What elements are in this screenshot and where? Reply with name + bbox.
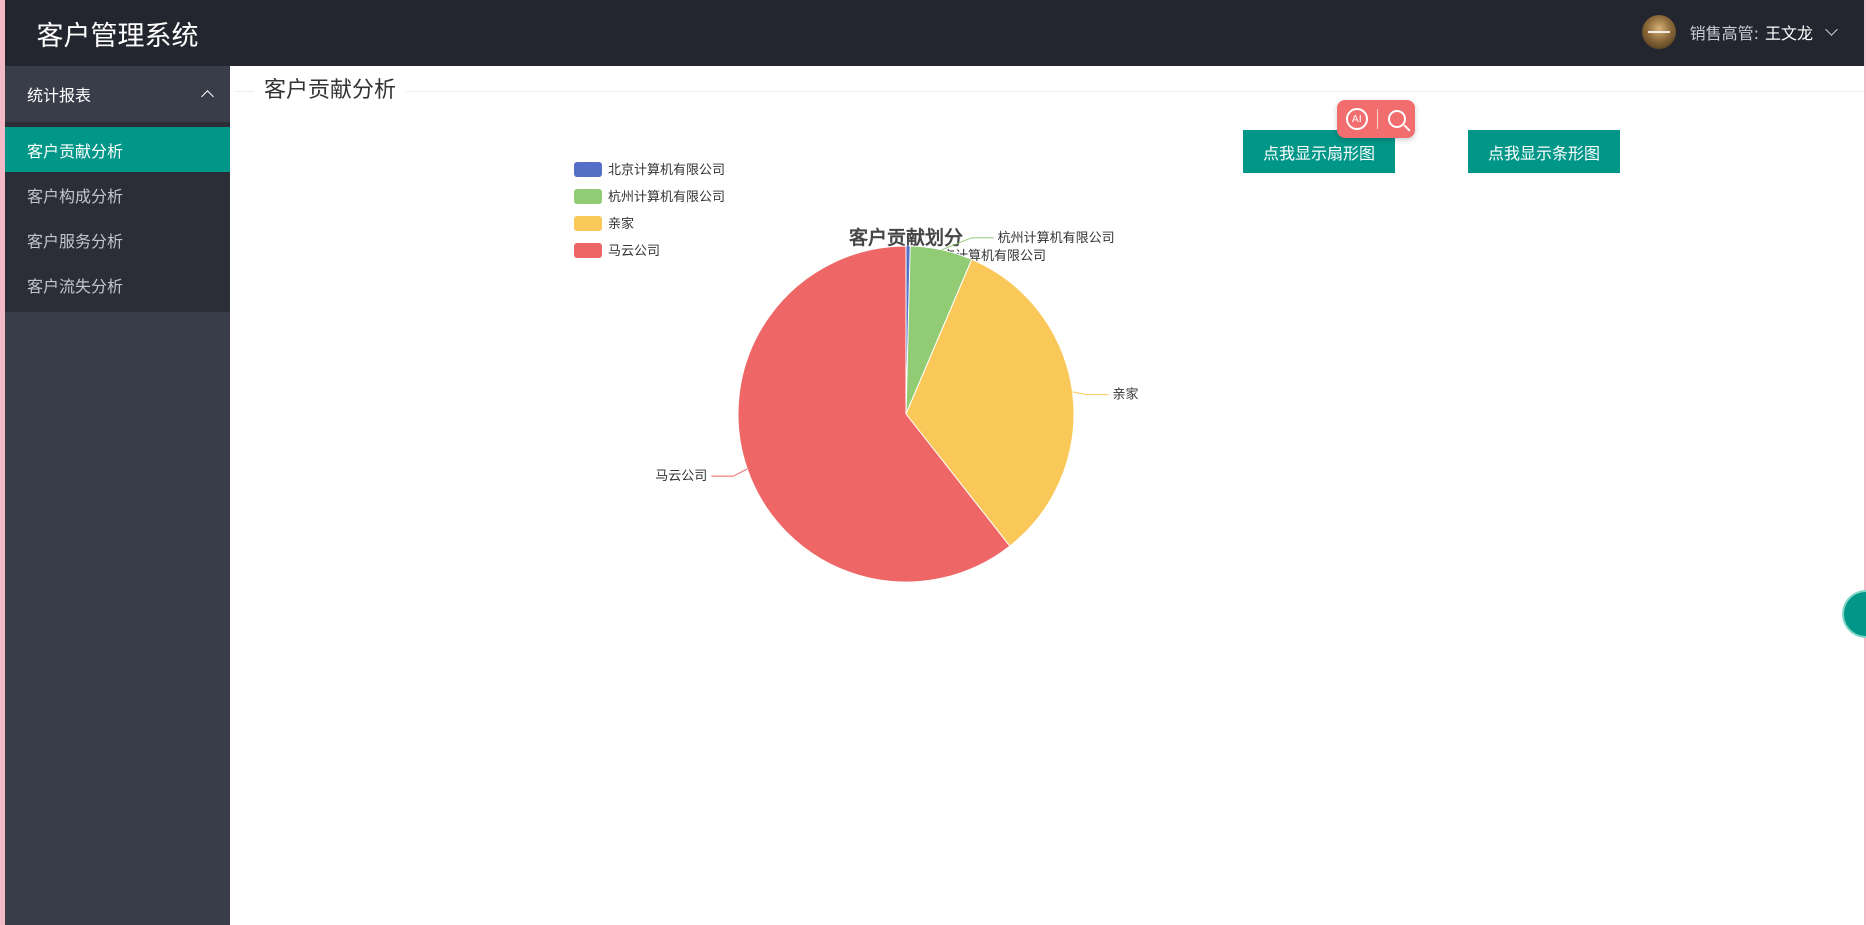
legend-swatch[interactable] [574,162,602,177]
user-avatar[interactable] [1641,15,1676,49]
sidebar-group-label: 统计报表 [27,86,92,105]
legend-label[interactable]: 北京计算机有限公司 [608,163,725,178]
sidebar-submenu: 客户贡献分析 客户构成分析 客户服务分析 客户流失分析 [5,122,230,312]
sidebar-item-churn[interactable]: 客户流失分析 [5,262,230,307]
chevron-down-icon[interactable] [1825,23,1838,36]
legend-swatch[interactable] [574,216,602,231]
pie-slice-label: 亲家 [1113,387,1139,403]
sidebar-item-composition[interactable]: 客户构成分析 [5,172,230,217]
pie-label-line [711,468,748,477]
legend-label[interactable]: 亲家 [608,216,634,232]
sidebar-item-contribution[interactable]: 客户贡献分析 [5,127,230,172]
pie-slice-label: 杭州计算机有限公司 [998,231,1115,246]
user-name: 王文龙 [1764,24,1813,43]
user-role-label: 销售高管: [1689,24,1759,43]
sidebar-item-service[interactable]: 客户服务分析 [5,217,230,262]
top-header: 销售高管: 王文龙 [5,0,1864,66]
sidebar: 统计报表 客户贡献分析 客户构成分析 客户服务分析 客户流失分析 [5,66,230,925]
user-info[interactable]: 销售高管: 王文龙 [1689,20,1838,44]
pie-slice-label: 马云公司 [655,469,707,484]
legend-swatch[interactable] [574,189,602,204]
user-menu[interactable]: 销售高管: 王文龙 [1641,14,1838,50]
main-content: 客户贡献分析 点我显示扇形图 点我显示条形图 AI 客户贡献划分 北京计算机有限公… [230,66,1864,925]
sidebar-group-statistics[interactable]: 统计报表 [5,66,230,122]
legend-label[interactable]: 杭州计算机有限公司 [608,190,725,205]
chevron-up-icon[interactable] [201,90,214,103]
legend-swatch[interactable] [574,243,602,258]
pie-label-line [1072,391,1109,396]
app-logo-title: 客户管理系统 [36,20,199,52]
pie-chart: 客户贡献划分北京计算机有限公司杭州计算机有限公司亲家马云公司 北京计算机有限公司杭… [574,162,1139,583]
chart-container: 客户贡献划分 北京计算机有限公司 杭州计算机有限公司 亲家 马云公司 北京计算机有限公司杭… [230,66,1864,925]
legend-label[interactable]: 马云公司 [608,244,660,259]
